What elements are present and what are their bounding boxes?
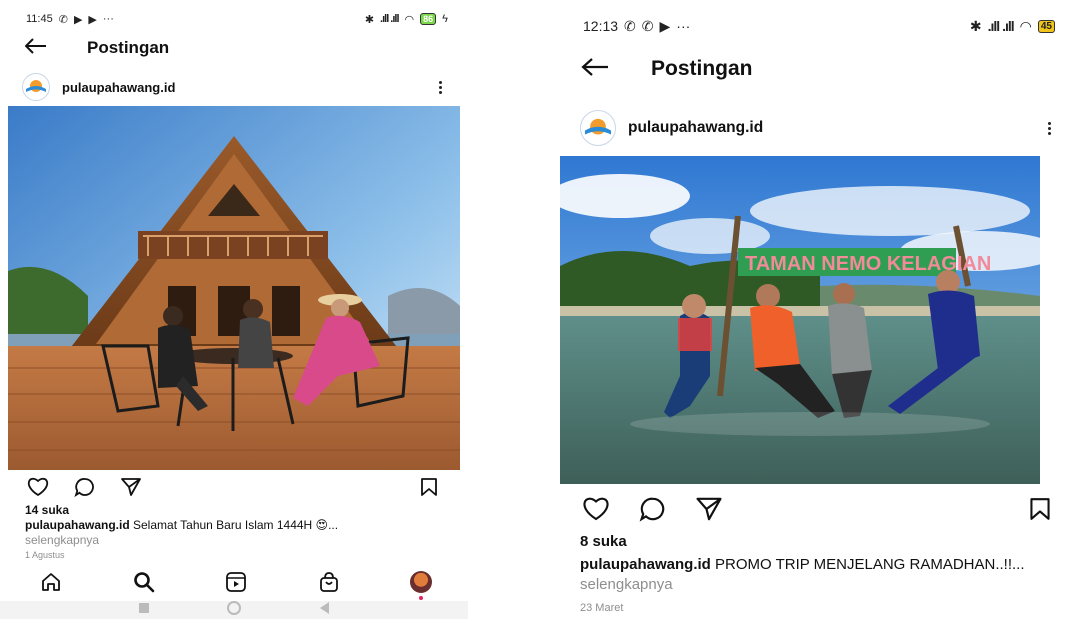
bottom-navigation xyxy=(0,566,468,600)
system-navigation-bar xyxy=(0,600,468,619)
post-image[interactable]: TAMAN NEMO KELAGIAN xyxy=(560,156,1040,484)
clock: 11:45 xyxy=(26,13,53,25)
wifi-icon: ◠ xyxy=(1019,17,1032,34)
post-caption: pulaupahawang.id PROMO TRIP MENJELANG RA… xyxy=(555,555,1067,595)
post-date: 23 Maret xyxy=(580,602,624,614)
post-actions xyxy=(555,494,1067,524)
search-icon[interactable] xyxy=(133,571,155,593)
whatsapp-icon: ✆ xyxy=(58,13,68,26)
home-icon[interactable] xyxy=(40,572,62,592)
avatar[interactable] xyxy=(580,110,616,146)
share-send-icon[interactable] xyxy=(695,496,723,522)
shop-icon[interactable] xyxy=(318,571,340,593)
caption-username[interactable]: pulaupahawang.id xyxy=(580,556,711,573)
back-button-icon[interactable] xyxy=(318,601,330,619)
phone-screen-left: 11:45 ✆ ▶ ▶ ··· ✱ .ıll .ıll ◠ 86 ϟ Posti… xyxy=(0,0,468,619)
play-icon: ▶ xyxy=(88,13,97,26)
post-actions xyxy=(0,476,468,498)
see-more-link[interactable]: selengkapnya xyxy=(580,576,673,593)
status-bar: 12:13 ✆ ✆ ▶ ··· ✱ .ıll .ıll ◠ 45 xyxy=(555,15,1067,37)
more-options-icon[interactable] xyxy=(1048,121,1051,135)
recent-apps-icon[interactable] xyxy=(138,601,150,619)
battery-icon: 45 xyxy=(1037,19,1055,33)
profile-icon xyxy=(410,571,432,600)
comment-icon[interactable] xyxy=(74,477,96,497)
status-bar: 11:45 ✆ ▶ ▶ ··· ✱ .ıll .ıll ◠ 86 ϟ xyxy=(0,10,468,28)
caption-text: PROMO TRIP MENJELANG RAMADHAN..!!... xyxy=(710,556,1025,573)
header: Postingan xyxy=(0,35,468,61)
post-username[interactable]: pulaupahawang.id xyxy=(62,80,439,95)
comment-icon[interactable] xyxy=(639,496,667,522)
see-more-link[interactable]: selengkapnya xyxy=(25,533,99,547)
bluetooth-icon: ✱ xyxy=(969,17,982,34)
caption-username[interactable]: pulaupahawang.id xyxy=(25,518,130,532)
likes-count[interactable]: 8 suka xyxy=(555,533,1067,550)
signal-icon: .ıll .ıll xyxy=(380,13,399,25)
more-notifications-icon: ··· xyxy=(676,18,691,34)
whatsapp-icon: ✆ xyxy=(641,17,654,34)
more-options-icon[interactable] xyxy=(439,80,442,94)
whatsapp-icon: ✆ xyxy=(624,17,636,34)
bookmark-icon[interactable] xyxy=(420,477,438,497)
post-image[interactable] xyxy=(8,106,460,470)
bluetooth-icon: ✱ xyxy=(364,13,375,26)
post-date: 1 Agustus xyxy=(25,550,65,560)
avatar[interactable] xyxy=(22,73,50,101)
header: Postingan xyxy=(555,54,1067,84)
like-heart-icon[interactable] xyxy=(26,477,50,497)
reels-icon[interactable] xyxy=(225,571,247,593)
post-caption: pulaupahawang.id Selamat Tahun Baru Isla… xyxy=(0,518,468,548)
likes-count[interactable]: 14 suka xyxy=(0,503,468,517)
page-title: Postingan xyxy=(87,38,170,57)
post-header: pulaupahawang.id xyxy=(555,110,1067,146)
caption-text: Selamat Tahun Baru Islam 1444H 😍... xyxy=(129,518,339,532)
page-title: Postingan xyxy=(651,57,753,80)
share-send-icon[interactable] xyxy=(120,477,142,497)
charging-icon: ϟ xyxy=(442,13,448,25)
play-icon: ▶ xyxy=(659,17,671,34)
phone-screen-right: 12:13 ✆ ✆ ▶ ··· ✱ .ıll .ıll ◠ 45 Posting… xyxy=(555,0,1067,619)
home-button-icon[interactable] xyxy=(226,600,242,619)
signal-icon: .ıll .ıll xyxy=(987,18,1015,34)
wifi-icon: ◠ xyxy=(404,13,415,26)
banner-text: TAMAN NEMO KELAGIAN xyxy=(745,253,991,275)
back-arrow-icon[interactable] xyxy=(24,37,47,59)
profile-avatar[interactable] xyxy=(410,571,432,600)
clock: 12:13 xyxy=(583,18,619,34)
more-notifications-icon: ··· xyxy=(102,13,114,25)
post-username[interactable]: pulaupahawang.id xyxy=(628,119,1048,137)
play-icon: ▶ xyxy=(73,13,83,26)
like-heart-icon[interactable] xyxy=(581,496,611,522)
back-arrow-icon[interactable] xyxy=(581,57,609,82)
battery-icon: 86 xyxy=(420,13,437,25)
post-header: pulaupahawang.id xyxy=(0,72,468,102)
bookmark-icon[interactable] xyxy=(1029,496,1051,522)
